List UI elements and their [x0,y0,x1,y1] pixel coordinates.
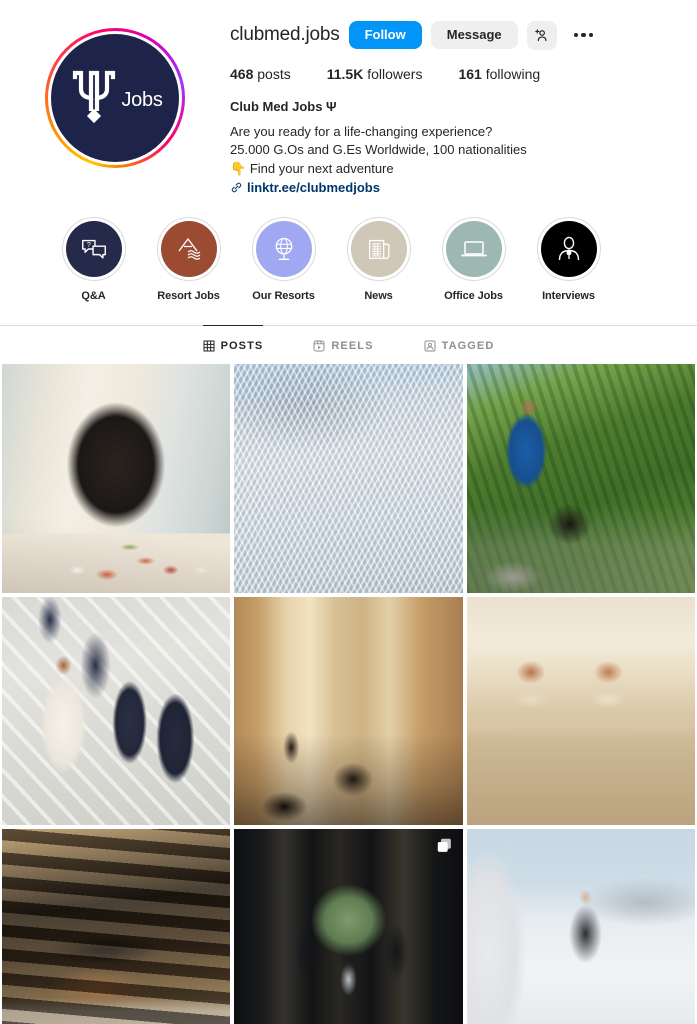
follow-button[interactable]: Follow [348,20,422,50]
link-icon [231,182,242,193]
avatar-story-ring[interactable]: Jobs [45,28,185,168]
tagged-icon [424,340,436,352]
grid-icon [203,340,215,352]
more-options-button[interactable] [566,27,600,44]
svg-text:?: ? [86,242,90,249]
stat-following[interactable]: 161 following [458,66,540,82]
tab-posts[interactable]: POSTS [202,325,264,364]
post-hotel-staff[interactable] [234,829,463,1024]
instagram-profile-page: Jobs clubmed.jobs Follow Message 468 pos… [0,0,697,1024]
post-thumbnail [466,596,695,826]
highlight-ring [346,217,411,282]
post-thumbnail [2,829,231,1024]
carousel-icon [437,838,451,852]
highlight-cover [445,221,502,278]
highlight-label: Our Resorts [252,290,315,303]
laptop-icon [460,241,487,257]
highlight-ring [441,217,506,282]
tab-tagged[interactable]: TAGGED [424,325,495,364]
post-snowy-forest[interactable] [234,364,463,593]
highlight-cover [160,221,217,278]
pointing-down-emoji: 👇 [230,160,247,176]
mountain-waves-icon [177,238,200,261]
highlight-ring [251,217,316,282]
add-person-icon [535,28,547,41]
profile-bio: Are you ready for a life-changing experi… [230,123,679,178]
stat-posts[interactable]: 468 posts [230,66,291,82]
highlight-label: News [364,290,393,303]
post-grid [0,364,697,1024]
chat-bubbles-icon: ? [81,240,106,259]
tab-reels[interactable]: REELS [313,325,373,364]
more-dot [573,32,579,38]
post-thumbnail [466,364,695,593]
highlight-cover: ? [65,221,122,278]
bio-link-row: linktr.ee/clubmedjobs [230,180,679,195]
highlight-label: Interviews [542,290,595,303]
post-thumbnail [234,364,463,593]
stat-followers[interactable]: 11.5K followers [327,66,423,82]
highlight-label: Office Jobs [444,290,503,303]
more-dot [581,32,586,38]
highlight-ring [536,217,601,282]
more-dot [588,32,594,38]
post-thumbnail [234,596,463,826]
logo-jobs-text: Jobs [121,89,163,111]
bio-link[interactable]: linktr.ee/clubmedjobs [247,180,380,195]
bio-line-3-text: Find your next adventure [249,160,394,176]
tab-reels-label: REELS [331,340,374,353]
highlight-label: Q&A [81,290,106,303]
profile-info-column: clubmed.jobs Follow Message 468 posts 11… [230,20,697,195]
profile-stats: 468 posts 11.5K followers 161 following [230,66,679,82]
username-action-row: clubmed.jobs Follow Message [230,20,679,50]
post-lounge-interior[interactable] [234,596,463,826]
highlight-interviews[interactable]: Interviews [521,217,616,302]
profile-full-name: Club Med Jobs Ψ [230,99,337,114]
post-thumbnail [466,829,695,1024]
highlight-news[interactable]: News [331,217,426,302]
highlight-cover [255,221,312,278]
highlight-label: Resort Jobs [157,290,220,303]
post-thumbnail [2,596,231,826]
clubmed-logo: Jobs [67,67,163,125]
highlight-cover [540,221,597,278]
highlight-office-jobs[interactable]: Office Jobs [426,217,521,302]
bio-line-2: 25.000 G.Os and G.Es Worldwide, 100 nati… [230,142,527,158]
interview-person-icon [558,237,579,261]
trident-icon [73,70,116,124]
highlight-qa[interactable]: ? Q&A [46,217,141,302]
avatar-column: Jobs [0,20,230,195]
highlight-our-resorts[interactable]: Our Resorts [236,217,331,302]
story-highlights: ? Q&A Resort Jobs Our Resorts News Offic… [0,195,697,302]
post-thumbnail [2,364,231,593]
post-ship-crew[interactable] [2,596,231,826]
profile-header: Jobs clubmed.jobs Follow Message 468 pos… [0,0,697,195]
newspaper-icon [368,240,389,260]
bio-line-3: 👇 Find your next adventure [230,160,679,178]
globe-icon [275,238,292,261]
highlight-ring: ? [61,217,126,282]
avatar[interactable]: Jobs [51,34,179,162]
post-sushi-chef[interactable] [2,364,231,593]
post-cyclist-tropical[interactable] [466,364,695,593]
post-spa-loungers[interactable] [466,596,695,826]
post-thumbnail [234,829,463,1024]
message-button[interactable]: Message [430,20,518,50]
post-spa-massage[interactable] [2,829,231,1024]
bio-line-1: Are you ready for a life-changing experi… [230,124,493,139]
tab-posts-label: POSTS [220,340,264,353]
username: clubmed.jobs [230,24,340,45]
profile-tabs: POSTS REELS TAGGED [0,325,697,364]
highlight-resort-jobs[interactable]: Resort Jobs [141,217,236,302]
add-person-button[interactable] [526,20,557,50]
post-skier-mountain[interactable] [466,829,695,1024]
highlight-cover [350,221,407,278]
highlight-ring [156,217,221,282]
avatar-ring-gap: Jobs [48,31,182,165]
tab-tagged-label: TAGGED [441,340,495,353]
reels-icon [313,340,325,352]
